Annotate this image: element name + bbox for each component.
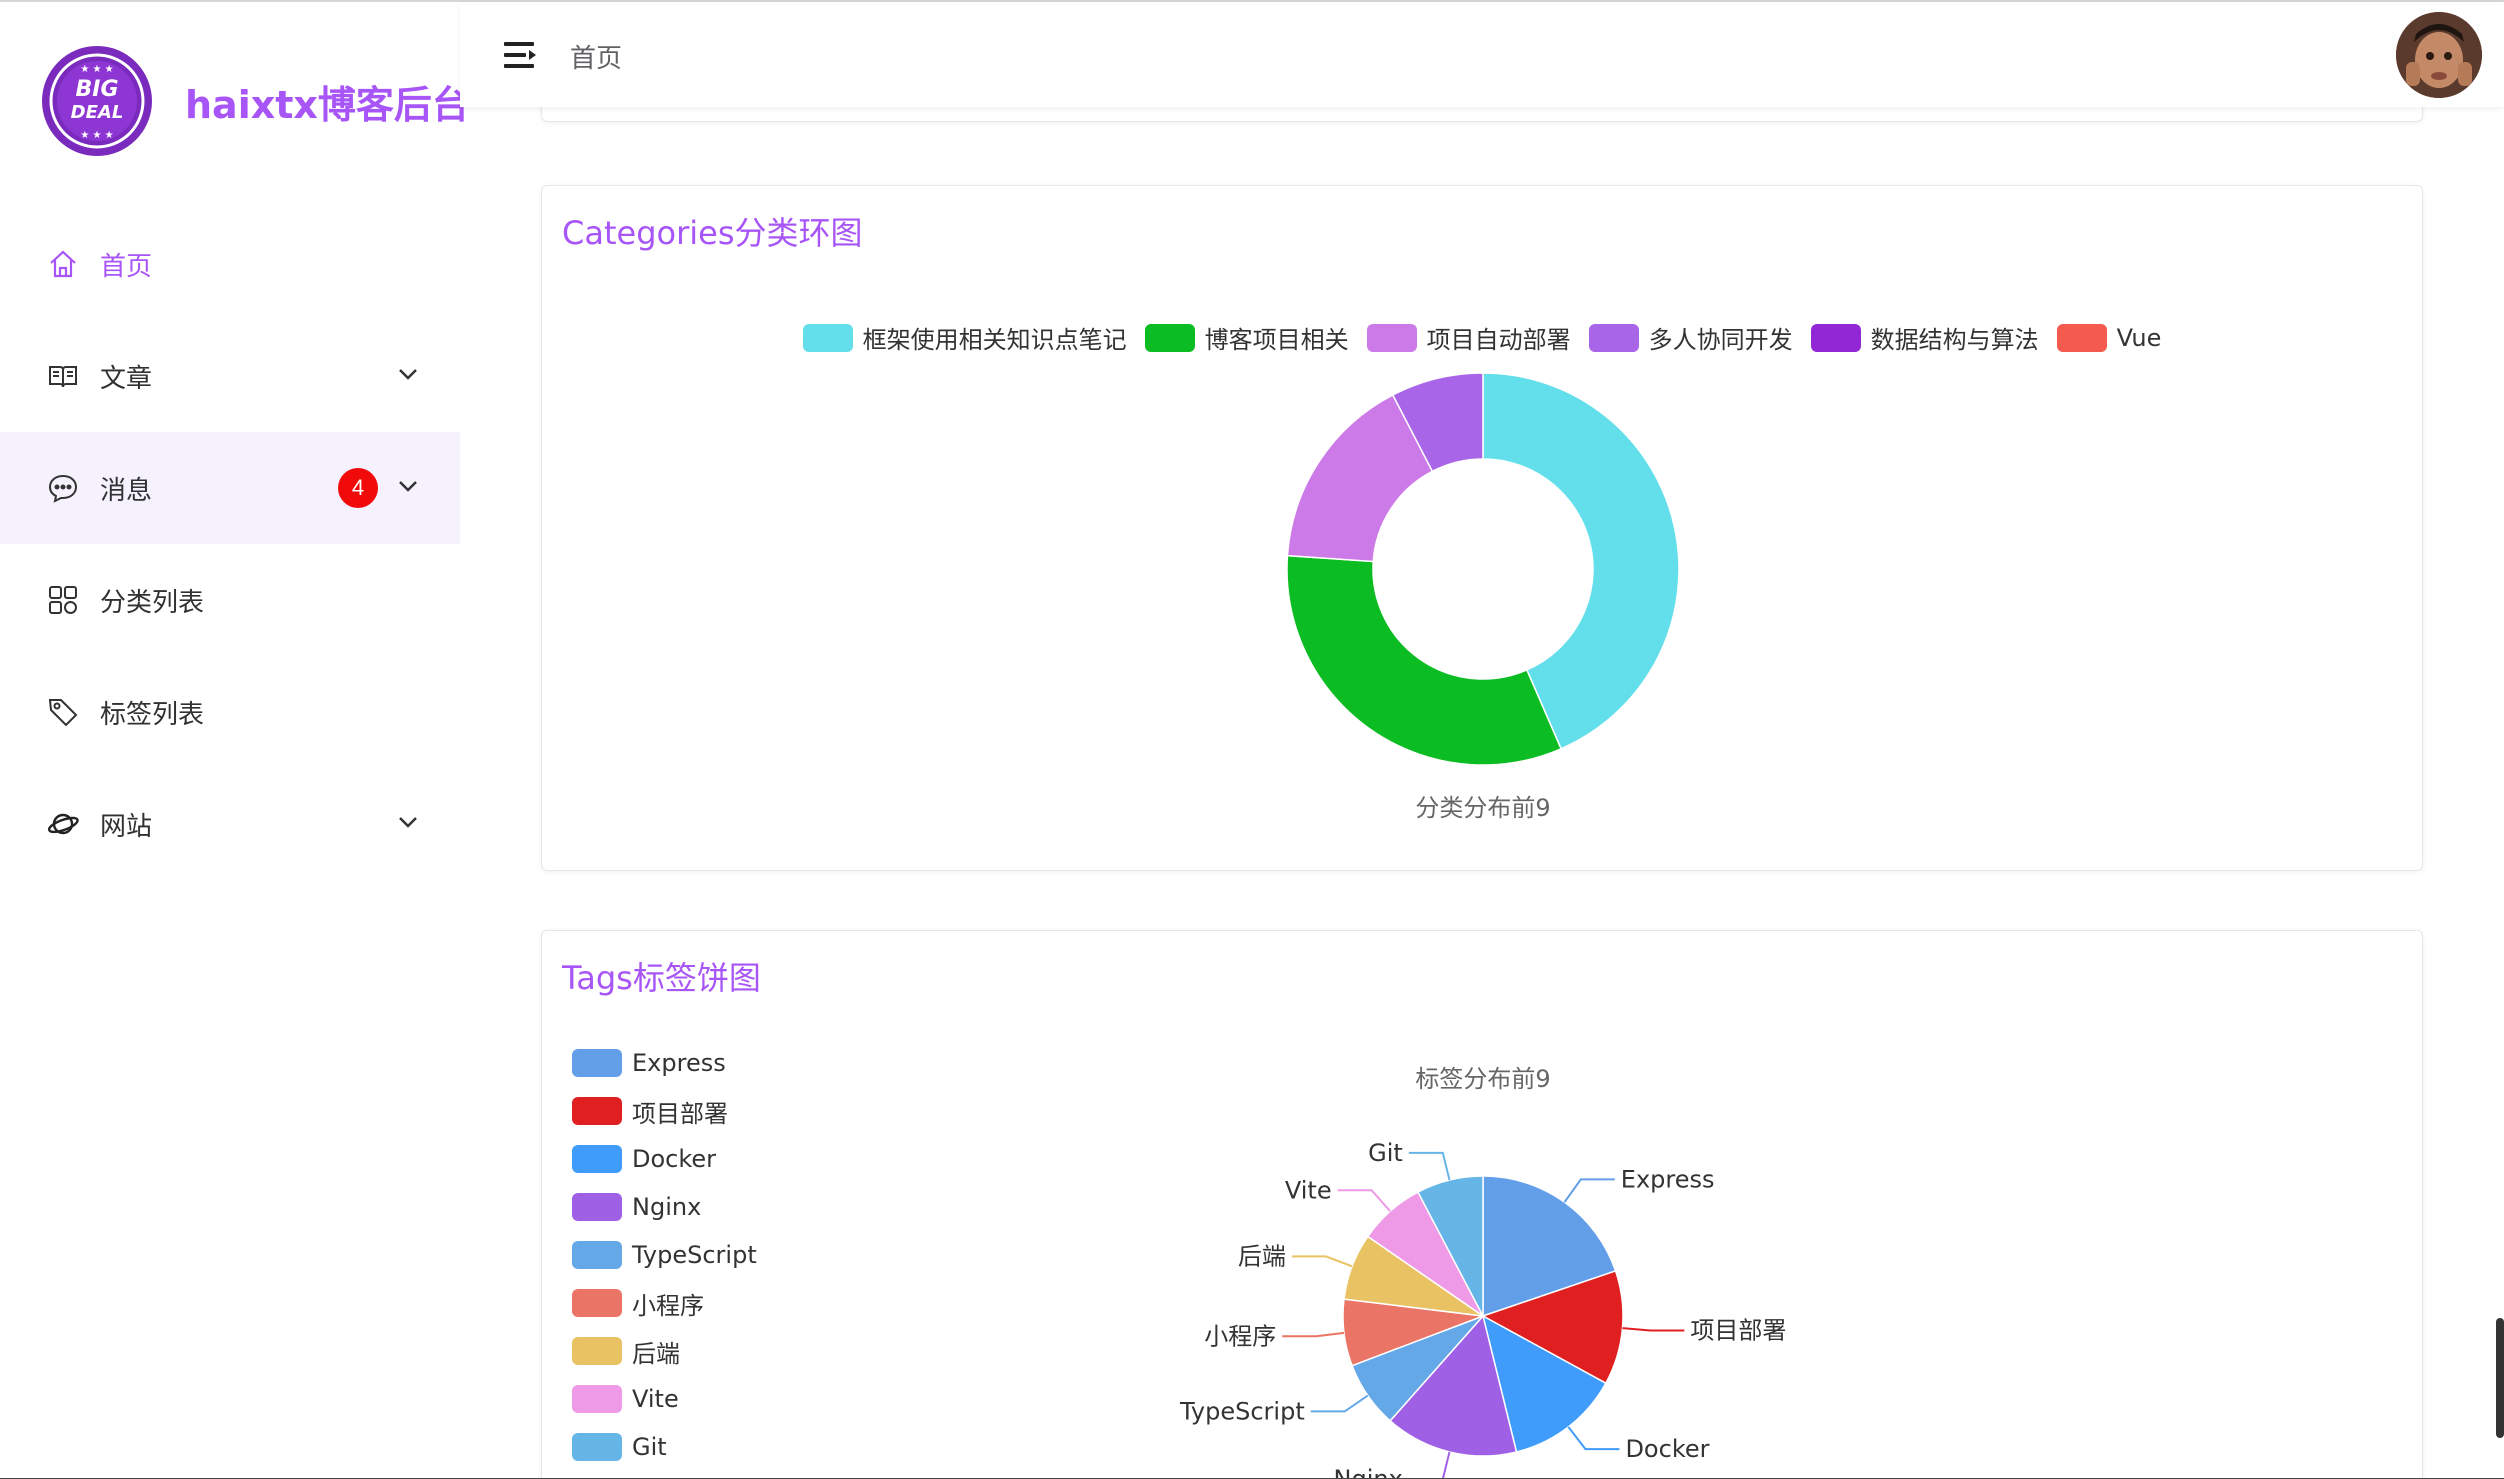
sidebar-item-label: 分类列表	[100, 587, 205, 618]
chart-subtitle: 分类分布前9	[1415, 794, 1551, 822]
unread-badge: 4	[338, 468, 378, 508]
logo-text-bottom: DEAL	[71, 102, 124, 123]
pie-label-line	[1563, 1178, 1615, 1203]
sidebar: BIG DEAL ★ ★ ★ ★ ★ ★ haixtx博客后台 首页 文章 消息…	[0, 2, 470, 1479]
logo-text-top: BIG	[75, 77, 118, 102]
big-deal-logo: BIG DEAL ★ ★ ★ ★ ★ ★	[42, 46, 152, 156]
pie-label-line	[1337, 1189, 1391, 1212]
pie-label: Nginx	[1334, 1465, 1403, 1479]
brand[interactable]: BIG DEAL ★ ★ ★ ★ ★ ★ haixtx博客后台	[40, 44, 470, 159]
pie-label: 小程序	[1204, 1322, 1276, 1350]
admin-dashboard: BIG DEAL ★ ★ ★ ★ ★ ★ haixtx博客后台 首页 文章 消息…	[0, 0, 2504, 1479]
pie-label: TypeScript	[1179, 1397, 1305, 1425]
categories-donut-chart	[1286, 372, 1680, 766]
svg-text:★ ★ ★: ★ ★ ★	[80, 130, 113, 141]
pie-label-line	[1291, 1255, 1353, 1268]
sidebar-item-home[interactable]: 首页	[0, 208, 460, 320]
sidebar-item-messages[interactable]: 消息 4	[0, 432, 460, 544]
sidebar-item-tags[interactable]: 标签列表	[0, 656, 460, 768]
grid-icon	[46, 583, 80, 617]
sidebar-menu: 首页 文章 消息 4 分类列表 标签列表 网站	[0, 208, 460, 880]
pie-label-line	[1408, 1451, 1451, 1479]
sidebar-item-label: 标签列表	[100, 699, 205, 730]
scrollbar-thumb[interactable]	[2496, 1318, 2504, 1438]
brand-title: haixtx博客后台	[185, 83, 470, 127]
planet-icon	[46, 807, 80, 841]
home-icon	[46, 247, 80, 281]
pie-label: Git	[1368, 1139, 1403, 1167]
pie-label: Vite	[1285, 1176, 1332, 1204]
pie-label-line	[1567, 1426, 1620, 1451]
breadcrumb[interactable]: 首页	[570, 38, 622, 75]
chat-icon	[46, 471, 80, 505]
sidebar-item-website[interactable]: 网站	[0, 768, 460, 880]
sidebar-item-label: 首页	[100, 251, 153, 282]
menu-toggle-icon[interactable]	[504, 40, 538, 70]
donut-slice[interactable]	[1286, 554, 1563, 766]
pie-label-line	[1310, 1394, 1369, 1413]
chevron-down-icon[interactable]	[394, 808, 422, 836]
categories-chart-card: Categories分类环图 框架使用相关知识点笔记 博客项目相关 项目自动部署 多人…	[541, 185, 2423, 871]
pie-label: 后端	[1238, 1242, 1286, 1270]
pie-label: 项目部署	[1690, 1316, 1786, 1344]
sidebar-item-articles[interactable]: 文章	[0, 320, 460, 432]
chevron-down-icon[interactable]	[394, 472, 422, 500]
top-header: 首页	[460, 2, 2504, 107]
tags-chart-card: Tags标签饼图 Express 项目部署 Docker Nginx TypeScrip…	[541, 930, 2423, 1479]
tag-icon	[46, 695, 80, 729]
avatar[interactable]	[2396, 12, 2482, 98]
pie-label-line	[1408, 1151, 1451, 1181]
pie-label: Express	[1621, 1165, 1715, 1193]
sidebar-item-label: 消息	[100, 475, 153, 506]
pie-label: Docker	[1625, 1435, 1709, 1463]
chevron-down-icon[interactable]	[394, 360, 422, 388]
pie-label-line	[1622, 1327, 1685, 1332]
tags-pie-chart: Express 项目部署 Docker Nginx TypeScript 小程序 后端 Vit…	[1179, 1139, 1786, 1479]
book-icon	[46, 359, 80, 393]
sidebar-item-label: 网站	[100, 811, 153, 842]
sidebar-item-categories[interactable]: 分类列表	[0, 544, 460, 656]
sidebar-item-label: 文章	[100, 363, 153, 394]
pie-label-line	[1282, 1331, 1345, 1338]
svg-text:★ ★ ★: ★ ★ ★	[80, 64, 113, 75]
